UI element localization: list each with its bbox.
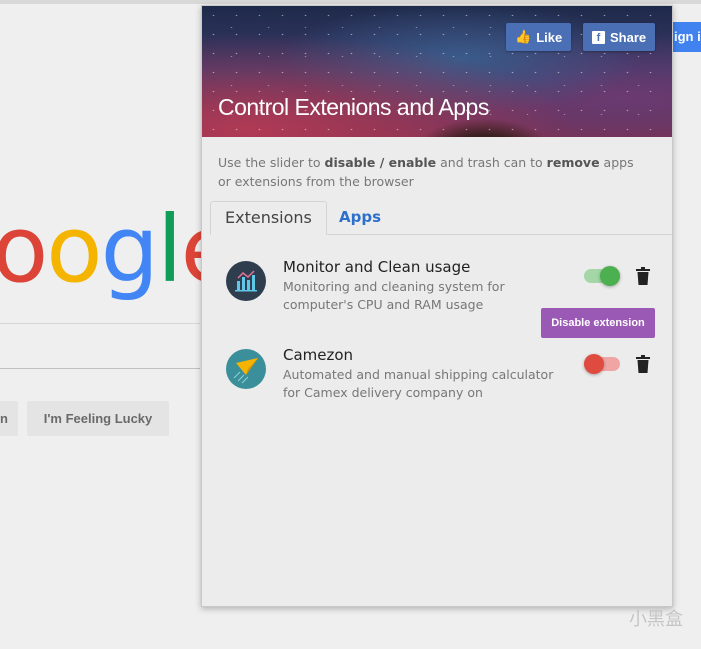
- google-search-button[interactable]: n: [0, 401, 18, 436]
- popup-header: Control Extenions and Apps 👍 Like f Shar…: [202, 6, 672, 137]
- feeling-lucky-button[interactable]: I'm Feeling Lucky: [27, 401, 169, 436]
- toggle-knob: [584, 354, 604, 374]
- desc-bold: remove: [546, 155, 600, 170]
- share-button[interactable]: f Share: [583, 23, 656, 51]
- search-box-top: [0, 323, 200, 324]
- popup-title: Control Extenions and Apps: [218, 94, 489, 120]
- logo-letter: l: [157, 196, 183, 303]
- item-description: Automated and manual shipping calculator…: [283, 367, 554, 400]
- tab-apps[interactable]: Apps: [325, 201, 395, 235]
- google-logo: oogle: [0, 196, 237, 303]
- chart-icon: [226, 261, 266, 301]
- enable-toggle[interactable]: [584, 266, 620, 286]
- instructions: Use the slider to disable / enable and t…: [218, 153, 638, 191]
- trash-icon[interactable]: [636, 355, 650, 373]
- enable-toggle[interactable]: [584, 354, 620, 374]
- tab-bar: Extensions Apps: [210, 201, 672, 235]
- desc-text: Use the slider to: [218, 155, 325, 170]
- sign-in-button[interactable]: ign i: [672, 22, 701, 52]
- desc-text: and trash can to: [436, 155, 547, 170]
- paper-plane-icon: [226, 349, 266, 389]
- like-label: Like: [536, 29, 563, 45]
- item-name: Monitor and Clean usage: [283, 258, 471, 276]
- logo-letter: g: [100, 196, 159, 303]
- tab-extensions[interactable]: Extensions: [210, 201, 327, 235]
- item-name: Camezon: [283, 346, 354, 364]
- extension-popup: Control Extenions and Apps 👍 Like f Shar…: [201, 5, 673, 607]
- thumbs-up-icon: 👍: [515, 29, 532, 44]
- desc-bold: disable / enable: [324, 155, 437, 170]
- like-button[interactable]: 👍 Like: [506, 23, 572, 51]
- browser-toolbar-edge: [0, 0, 701, 4]
- toggle-knob: [600, 266, 620, 286]
- logo-letter: o: [46, 196, 102, 303]
- tooltip: Disable extension: [541, 308, 655, 338]
- logo-letter: o: [0, 196, 48, 303]
- trash-icon[interactable]: [636, 267, 650, 285]
- share-label: Share: [610, 29, 647, 45]
- facebook-icon: f: [592, 30, 605, 44]
- search-box-bottom[interactable]: [0, 368, 200, 369]
- watermark: 小黑盒: [629, 609, 683, 629]
- item-description: Monitoring and cleaning system for compu…: [283, 279, 505, 312]
